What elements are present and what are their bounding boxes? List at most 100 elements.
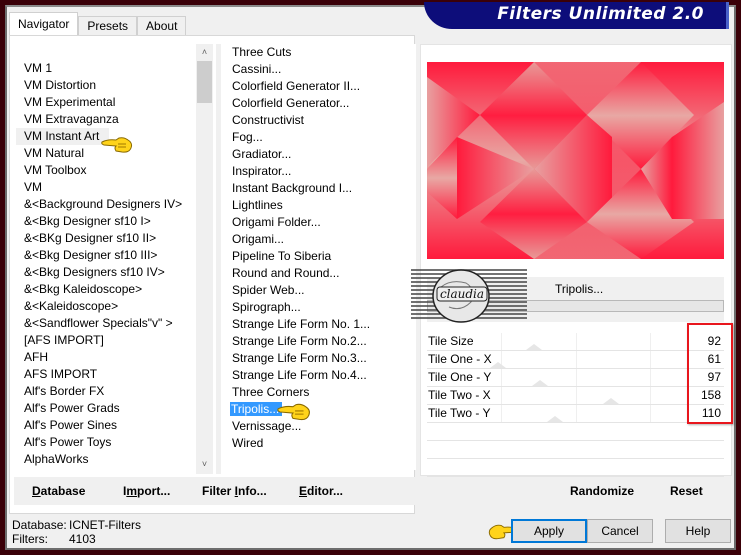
apply-button[interactable]: Apply: [511, 519, 587, 543]
database-button[interactable]: Database: [32, 484, 85, 498]
filter-item[interactable]: Instant Background I...: [226, 180, 416, 197]
slider-thumb[interactable]: [490, 362, 506, 368]
category-item[interactable]: Alf's Power Grads: [14, 400, 194, 417]
filter-item[interactable]: Spirograph...: [226, 299, 416, 316]
editor-button[interactable]: Editor...: [299, 484, 343, 498]
category-item[interactable]: VM Experimental: [14, 94, 194, 111]
filter-item[interactable]: Strange Life Form No. 1...: [226, 316, 416, 333]
slider-tick: [576, 333, 577, 350]
filter-item[interactable]: Fog...: [226, 129, 416, 146]
parameter-slider[interactable]: Tile One - X 61: [427, 351, 724, 369]
filter-item[interactable]: Strange Life Form No.2...: [226, 333, 416, 350]
app-title: Filters Unlimited 2.0: [497, 4, 704, 24]
filter-item[interactable]: Wired: [226, 435, 416, 452]
category-item[interactable]: AFH: [14, 349, 194, 366]
randomize-button[interactable]: Randomize: [570, 484, 634, 498]
category-item[interactable]: &<Bkg Designers sf10 IV>: [14, 264, 194, 281]
reset-button[interactable]: Reset: [670, 484, 703, 498]
chevron-up-icon[interactable]: ˄: [196, 44, 213, 61]
category-item[interactable]: VM Instant Art: [16, 128, 109, 145]
filter-item[interactable]: Strange Life Form No.3...: [226, 350, 416, 367]
slider-thumb[interactable]: [547, 416, 563, 422]
category-item[interactable]: VM Toolbox: [14, 162, 194, 179]
filter-item-label: Constructivist: [232, 113, 305, 127]
filter-item-label: Cassini...: [232, 62, 282, 76]
scrollbar-thumb[interactable]: [197, 61, 212, 103]
parameter-name: Tile One - Y: [428, 370, 492, 384]
filter-item-label: Three Corners: [232, 385, 310, 399]
filter-item-label: Fog...: [232, 130, 263, 144]
category-list[interactable]: VM 1 VM Distortion VM Experimental VM Extra…: [14, 60, 194, 470]
filter-item-label: Inspirator...: [232, 164, 292, 178]
filter-item[interactable]: Pipeline To Siberia: [226, 248, 416, 265]
category-item[interactable]: Alf's Border FX: [14, 383, 194, 400]
slider-tick: [501, 333, 502, 350]
category-item[interactable]: &<Background Designers IV>: [14, 196, 194, 213]
tab-about[interactable]: About: [137, 16, 187, 36]
category-item[interactable]: [AFS IMPORT]: [14, 332, 194, 349]
filter-item-label: Strange Life Form No. 1...: [232, 317, 371, 331]
slider-tick: [650, 351, 651, 368]
filter-item[interactable]: Strange Life Form No.4...: [226, 367, 416, 384]
filter-item[interactable]: Colorfield Generator II...: [226, 78, 416, 95]
category-item[interactable]: AlphaWorks: [14, 451, 194, 468]
chevron-down-icon[interactable]: ˅: [196, 456, 213, 473]
parameter-slider[interactable]: Tile Two - X 158: [427, 387, 724, 405]
filter-item-label: Origami Folder...: [232, 215, 321, 229]
filter-item[interactable]: Origami Folder...: [226, 214, 416, 231]
filter-item[interactable]: Cassini...: [226, 61, 416, 78]
watermark-logo: claudia: [411, 269, 527, 323]
preview-image: [427, 62, 724, 259]
slider-tick: [501, 387, 502, 404]
slider-thumb[interactable]: [526, 344, 542, 350]
cancel-button[interactable]: Cancel: [587, 519, 653, 543]
slider-thumb[interactable]: [532, 380, 548, 386]
import-button[interactable]: Import...: [123, 484, 170, 498]
help-button[interactable]: Help: [665, 519, 731, 543]
filter-item[interactable]: Spider Web...: [226, 282, 416, 299]
category-item[interactable]: VM Distortion: [14, 77, 194, 94]
category-scrollbar[interactable]: ˄ ˅: [196, 44, 213, 474]
slider-thumb[interactable]: [603, 398, 619, 404]
filter-item[interactable]: Constructivist: [226, 112, 416, 129]
filter-info-button[interactable]: Filter Info...: [202, 484, 267, 498]
category-item[interactable]: VM Extravaganza: [14, 111, 194, 128]
filter-item[interactable]: Lightlines: [226, 197, 416, 214]
category-item[interactable]: &<Sandflower Specials"v" >: [14, 315, 194, 332]
slider-tick: [650, 405, 651, 422]
category-item[interactable]: VM 1: [14, 60, 194, 77]
filter-item[interactable]: Inspirator...: [226, 163, 416, 180]
tab-presets[interactable]: Presets: [78, 16, 138, 36]
filter-item[interactable]: Colorfield Generator...: [226, 95, 416, 112]
filter-item[interactable]: Round and Round...: [226, 265, 416, 282]
filter-item-label: Strange Life Form No.4...: [232, 368, 367, 382]
category-item[interactable]: AFS IMPORT: [14, 366, 194, 383]
category-item[interactable]: Alf's Power Toys: [14, 434, 194, 451]
slider-tick: [501, 405, 502, 422]
category-item[interactable]: &<BKg Designer sf10 II>: [14, 230, 194, 247]
slider-tick: [576, 369, 577, 386]
filter-item[interactable]: Gradiator...: [226, 146, 416, 163]
parameter-slider[interactable]: Tile One - Y 97: [427, 369, 724, 387]
filters-count-label: Filters:: [12, 532, 48, 546]
filter-item-label: Spirograph...: [232, 300, 301, 314]
navigator-button-bar: Database Import... Filter Info... Editor…: [14, 477, 416, 505]
filter-item[interactable]: Origami...: [226, 231, 416, 248]
tab-navigator[interactable]: Navigator: [9, 12, 79, 36]
filter-item[interactable]: Vernissage...: [226, 418, 416, 435]
category-item[interactable]: &<Bkg Kaleidoscope>: [14, 281, 194, 298]
category-item[interactable]: &<Bkg Designer sf10 I>: [14, 213, 194, 230]
parameter-slider[interactable]: Tile Size 92: [427, 333, 724, 351]
parameter-list: Tile Size 92 Tile One - X 61 Tile One - Y 97 T…: [427, 333, 724, 477]
selected-filter-name: Tripolis...: [555, 282, 604, 296]
filter-item[interactable]: Tripolis...: [226, 401, 416, 418]
parameter-slider[interactable]: Tile Two - Y 110: [427, 405, 724, 423]
filter-item[interactable]: Three Cuts: [226, 44, 416, 61]
category-item[interactable]: &<Bkg Designer sf10 III>: [14, 247, 194, 264]
category-item[interactable]: VM: [14, 179, 194, 196]
category-item[interactable]: &<Kaleidoscope>: [14, 298, 194, 315]
filter-item[interactable]: Three Corners: [226, 384, 416, 401]
category-item[interactable]: Alf's Power Sines: [14, 417, 194, 434]
filter-list[interactable]: Three Cuts Cassini... Colorfield Generator…: [226, 44, 416, 470]
slider-tick: [576, 405, 577, 422]
